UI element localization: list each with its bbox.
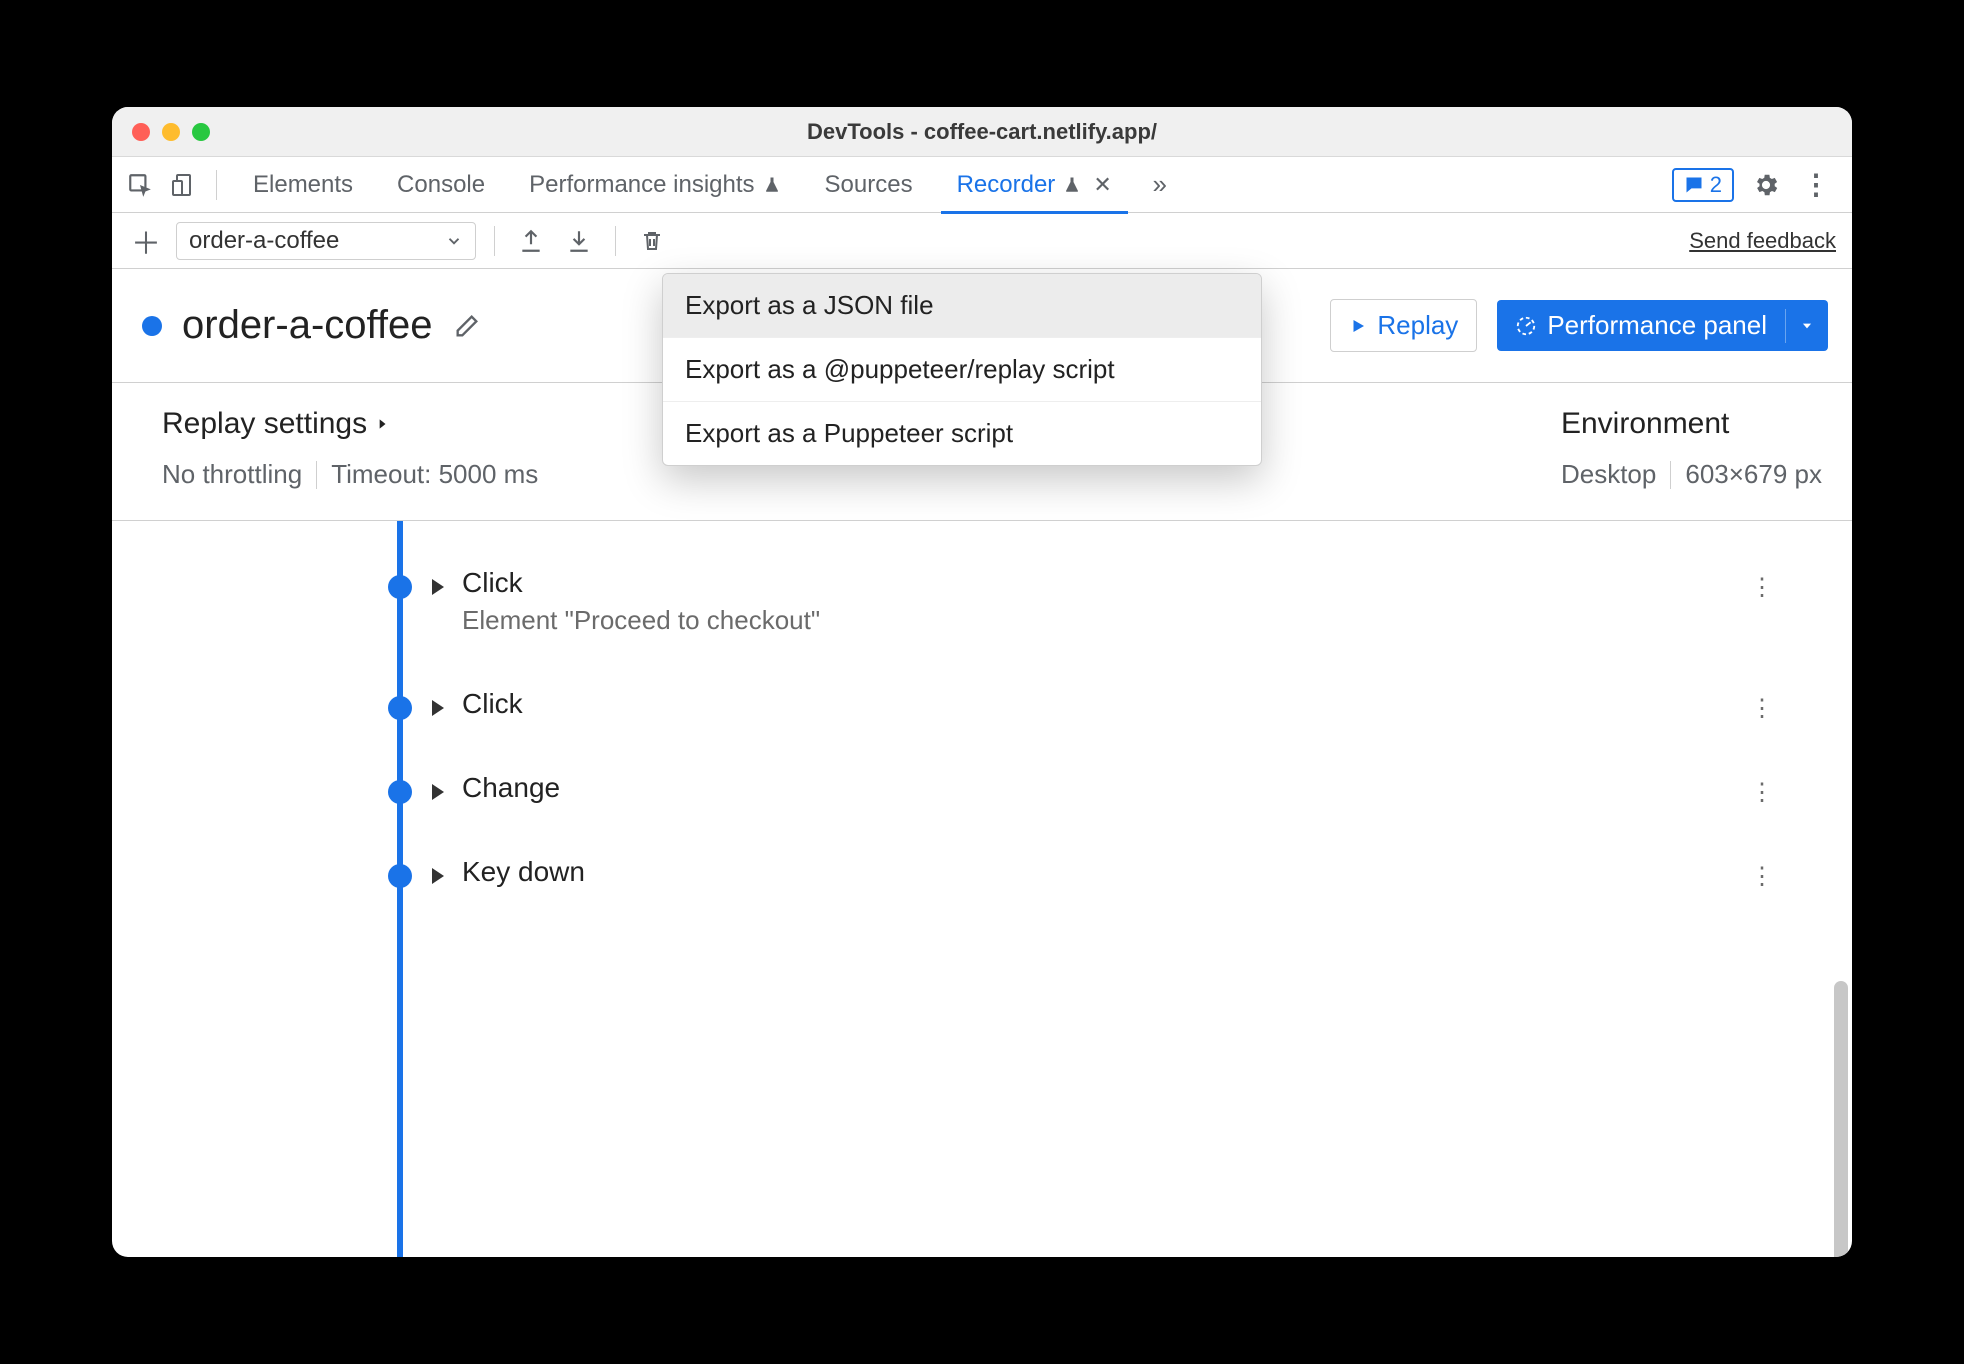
toolbar-separator: [216, 170, 217, 200]
flask-icon: [1063, 175, 1081, 195]
more-tabs-icon[interactable]: »: [1142, 167, 1178, 203]
gauge-icon: [1515, 315, 1537, 337]
delete-icon[interactable]: [634, 223, 670, 259]
expand-caret-icon[interactable]: [432, 868, 444, 884]
device-value: Desktop: [1561, 459, 1656, 490]
close-tab-icon[interactable]: ✕: [1093, 172, 1111, 198]
recording-select-value: order-a-coffee: [189, 227, 339, 255]
inspect-element-icon[interactable]: [122, 167, 158, 203]
messages-count: 2: [1710, 172, 1722, 198]
kebab-menu-icon[interactable]: ⋮: [1798, 167, 1834, 203]
tabs-right-cluster: 2 ⋮: [1672, 167, 1842, 203]
message-icon: [1684, 175, 1704, 195]
replay-settings-label: Replay settings: [162, 407, 367, 441]
expand-caret-icon[interactable]: [432, 579, 444, 595]
performance-panel-label: Performance panel: [1547, 310, 1767, 341]
play-icon: [1349, 317, 1367, 335]
tab-recorder[interactable]: Recorder ✕: [935, 157, 1134, 213]
separator: [316, 461, 317, 489]
devtools-tabs-bar: Elements Console Performance insights Sourc…: [112, 157, 1852, 213]
tab-label: Elements: [253, 171, 353, 199]
tab-label: Console: [397, 171, 485, 199]
export-menu-item[interactable]: Export as a Puppeteer script: [663, 402, 1261, 465]
toolbar-separator: [494, 226, 495, 256]
step-label: Click: [462, 567, 1792, 599]
messages-badge[interactable]: 2: [1672, 168, 1734, 202]
timeline-step[interactable]: Change⋮: [112, 746, 1822, 830]
separator: [1670, 461, 1671, 489]
caret-right-icon: [375, 414, 389, 434]
device-toolbar-icon[interactable]: [166, 167, 202, 203]
export-menu-item[interactable]: Export as a JSON file: [663, 274, 1261, 338]
window-title: DevTools - coffee-cart.netlify.app/: [112, 119, 1852, 145]
toolbar-separator: [615, 226, 616, 256]
timeline-step[interactable]: Click⋮: [112, 662, 1822, 746]
recorder-toolbar: ＋ order-a-coffee Send feedback: [112, 213, 1852, 269]
tab-console[interactable]: Console: [375, 157, 507, 213]
performance-panel-dropdown[interactable]: [1785, 309, 1828, 343]
replay-settings-toggle[interactable]: Replay settings: [162, 407, 538, 441]
timeline-step[interactable]: Key down⋮: [112, 830, 1822, 914]
tab-elements[interactable]: Elements: [231, 157, 375, 213]
import-icon[interactable]: [561, 223, 597, 259]
export-menu: Export as a JSON fileExport as a @puppet…: [662, 273, 1262, 466]
edit-title-icon[interactable]: [453, 312, 481, 340]
step-dot: [388, 780, 412, 804]
recording-select[interactable]: order-a-coffee: [176, 222, 476, 260]
environment-label: Environment: [1561, 407, 1729, 441]
export-menu-item[interactable]: Export as a @puppeteer/replay script: [663, 338, 1261, 402]
step-dot: [388, 696, 412, 720]
throttling-value: No throttling: [162, 459, 302, 490]
tab-performance-insights[interactable]: Performance insights: [507, 157, 802, 213]
replay-button[interactable]: Replay: [1330, 299, 1477, 352]
titlebar: DevTools - coffee-cart.netlify.app/: [112, 107, 1852, 157]
steps-timeline: ClickElement "Proceed to checkout"⋮Click…: [112, 521, 1852, 1257]
step-kebab-icon[interactable]: ⋮: [1750, 778, 1774, 807]
send-feedback-link[interactable]: Send feedback: [1689, 228, 1836, 254]
step-dot: [388, 864, 412, 888]
tab-label: Sources: [825, 171, 913, 199]
step-kebab-icon[interactable]: ⋮: [1750, 862, 1774, 891]
expand-caret-icon[interactable]: [432, 784, 444, 800]
step-label: Key down: [462, 856, 1792, 888]
caret-down-icon: [1800, 319, 1814, 333]
settings-gear-icon[interactable]: [1748, 167, 1784, 203]
recording-status-dot: [142, 316, 162, 336]
step-dot: [388, 575, 412, 599]
flask-icon: [763, 175, 781, 195]
timeout-value: Timeout: 5000 ms: [331, 459, 538, 490]
tab-label: Recorder: [957, 171, 1056, 199]
tabs-host: Elements Console Performance insights Sourc…: [231, 157, 1134, 213]
step-kebab-icon[interactable]: ⋮: [1750, 573, 1774, 602]
new-recording-icon[interactable]: ＋: [128, 223, 164, 259]
performance-panel-button[interactable]: Performance panel: [1497, 300, 1828, 351]
step-label: Change: [462, 772, 1792, 804]
chevron-down-icon: [445, 232, 463, 250]
recording-title: order-a-coffee: [182, 303, 433, 348]
scrollbar-thumb[interactable]: [1834, 981, 1848, 1257]
devtools-window: DevTools - coffee-cart.netlify.app/ Elem…: [112, 107, 1852, 1257]
step-label: Click: [462, 688, 1792, 720]
environment-heading: Environment: [1561, 407, 1729, 441]
tab-label: Performance insights: [529, 171, 754, 199]
tab-sources[interactable]: Sources: [803, 157, 935, 213]
step-detail: Element "Proceed to checkout": [462, 605, 1792, 636]
timeline-step[interactable]: Click Element "Proceed to checkout" ⋮: [112, 541, 1822, 662]
export-icon[interactable]: [513, 223, 549, 259]
step-kebab-icon[interactable]: ⋮: [1750, 694, 1774, 723]
expand-caret-icon[interactable]: [432, 700, 444, 716]
viewport-value: 603×679 px: [1685, 459, 1822, 490]
replay-button-label: Replay: [1377, 310, 1458, 341]
